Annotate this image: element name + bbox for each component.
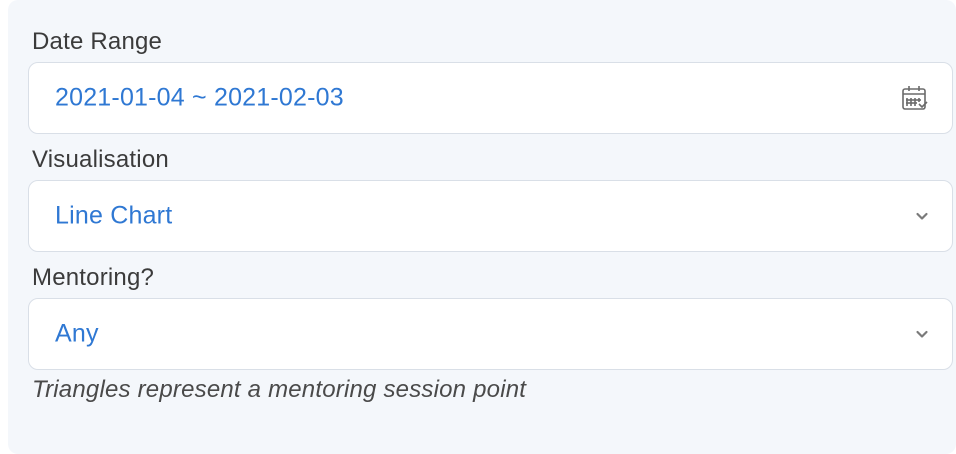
mentoring-select[interactable]: Any — [28, 298, 953, 370]
date-range-value: 2021-01-04 ~ 2021-02-03 — [55, 83, 344, 112]
mentoring-hint-text: Triangles represent a mentoring session … — [32, 376, 527, 403]
visualisation-label: Visualisation — [32, 146, 169, 173]
date-range-picker[interactable]: 2021-01-04 ~ 2021-02-03 — [28, 62, 953, 134]
visualisation-value: Line Chart — [55, 201, 173, 230]
filter-panel: Date Range 2021-01-04 ~ 2021-02-03 Visua… — [8, 0, 956, 454]
chevron-down-icon[interactable] — [914, 326, 930, 342]
mentoring-value: Any — [55, 319, 99, 348]
date-range-label: Date Range — [32, 28, 163, 55]
chevron-down-icon[interactable] — [914, 208, 930, 224]
mentoring-label: Mentoring? — [32, 264, 155, 291]
calendar-icon[interactable] — [900, 83, 930, 113]
visualisation-select[interactable]: Line Chart — [28, 180, 953, 252]
